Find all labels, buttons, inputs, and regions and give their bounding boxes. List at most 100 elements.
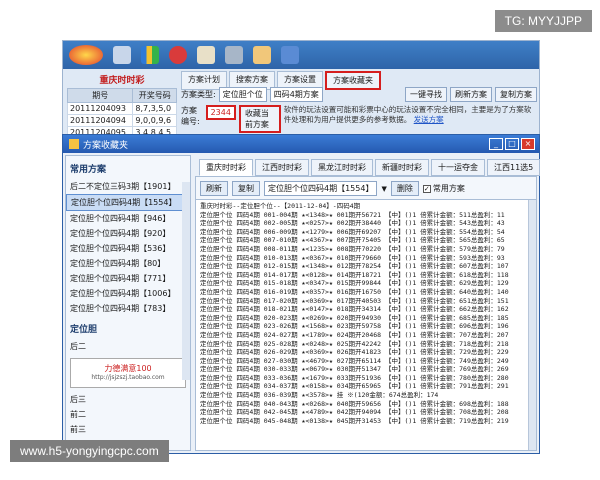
list-item: 定位胆个位 四码4期 017-020期 ★<0369>★ 017期开40503 …: [200, 296, 509, 305]
type-label: 方案类型:: [181, 90, 216, 99]
tab-shiyi[interactable]: 十一运夺金: [431, 159, 485, 176]
tab-jiangxi[interactable]: 江西时时彩: [255, 159, 309, 176]
list-item: 定位胆个位 四码4期 027-030期 ★<4679>★ 027期开65114 …: [200, 356, 509, 365]
main-toolbar: [63, 41, 539, 69]
checkbox-label: 常用方案: [432, 184, 465, 193]
close-icon[interactable]: ×: [521, 138, 535, 150]
dialog-title: 方案收藏夹: [83, 140, 129, 151]
favorites-main: 重庆时时彩 江西时时彩 黑龙江时时彩 新疆时时彩 十一运夺金 江西11选5 刷新…: [195, 155, 541, 451]
list-item[interactable]: 定位胆个位四码4期【536】: [66, 241, 190, 256]
list-item: 定位胆个位 四码4期 040-043期 ★<0268>★ 040期开59656 …: [200, 399, 509, 408]
list-item[interactable]: 定位胆个位四码4期【80】: [66, 256, 190, 271]
one-key-find-button[interactable]: 一键寻找: [405, 87, 447, 102]
list-item: 定位胆个位 四码4期 023-026期 ★<1568>★ 023期开59758 …: [200, 322, 509, 331]
plan-select[interactable]: 定位胆个位四码4期【1554】: [264, 181, 378, 196]
users-icon[interactable]: [253, 46, 271, 64]
list-item: 定位胆个位 四码4期 010-013期 ★<0367>★ 010期开79660 …: [200, 253, 505, 262]
column-header: 期号: [66, 88, 134, 103]
column-header: 开奖号码: [132, 88, 177, 103]
list-item: 定位胆个位 四码4期 016-019期 ★<0357>★ 016期开16750 …: [200, 287, 509, 296]
list-item: 定位胆个位 四码4期 002-005期 ★<0257>★ 002期开38440 …: [200, 219, 505, 228]
send-plan-link[interactable]: 发送方案: [414, 115, 444, 124]
tab-xinjiang[interactable]: 新疆时时彩: [375, 159, 429, 176]
list-item[interactable]: 后二不定位三码3期【1901】: [66, 179, 190, 194]
list-item[interactable]: 定位胆个位四码4期【771】: [66, 271, 190, 286]
list-item[interactable]: 定位胆个位四码4期【1006】: [66, 286, 190, 301]
people-icon[interactable]: [281, 46, 299, 64]
settings-icon[interactable]: [225, 46, 243, 64]
favorites-sidebar: 常用方案 后二不定位三码3期【1901】 定位胆个位四码4期【1554】 定位胆…: [65, 155, 191, 451]
type-select[interactable]: 定位胆个位: [218, 87, 267, 102]
tab-heilongjiang[interactable]: 黑龙江时时彩: [311, 159, 373, 176]
note-text: 软件的玩法设置可能和彩票中心的玩法设置不完全相同，主要是为了方案软件处理和为用户…: [283, 105, 532, 124]
bar-chart-icon[interactable]: [141, 46, 159, 64]
list-item: 定位胆个位 四码4期 030-033期 ★<0679>★ 030期开51347 …: [200, 365, 509, 374]
table-row[interactable]: 20111204094 9,0,0,9,6: [66, 114, 177, 127]
list-item: 定位胆个位 四码4期 042-045期 ★<4789>★ 042期开94094 …: [200, 408, 509, 417]
common-plan-checkbox[interactable]: ✓ 常用方案: [422, 183, 465, 194]
dialog-toolbar: 刷新 复制 定位胆个位四码4期【1554】 ▼ 删除 ✓ 常用方案: [195, 176, 537, 201]
plan-content: 重庆时时彩--定位胆个位--【2011-12-04】-四码4期 定位胆个位 四码…: [195, 199, 537, 451]
list-item: 定位胆个位 四码4期 007-010期 ★<4367>★ 007期开75405 …: [200, 236, 505, 245]
chevron-down-icon[interactable]: ▼: [381, 185, 386, 193]
ad-url: http://jsjzszj.taobao.com: [91, 374, 165, 381]
maximize-icon[interactable]: □: [505, 138, 519, 150]
content-header: 重庆时时彩--定位胆个位--【2011-12-04】-四码4期: [200, 202, 361, 210]
list-item: 定位胆个位 四码4期 025-028期 ★<0248>★ 025期开42242 …: [200, 339, 509, 348]
dialog-titlebar[interactable]: 方案收藏夹 _ □ ×: [63, 135, 539, 153]
list-item: 定位胆个位 四码4期 008-011期 ★<1235>★ 008期开70220 …: [200, 244, 505, 253]
number-label: 方案编号:: [181, 106, 200, 126]
list-item: 定位胆个位 四码4期 001-004期 ★<1348>★ 001期开56721 …: [200, 210, 505, 219]
list-item[interactable]: 定位胆个位四码4期【783】: [66, 301, 190, 316]
table-row[interactable]: 20111204093 8,7,3,5,0: [66, 102, 177, 115]
common-plans-header[interactable]: 常用方案: [66, 156, 190, 179]
collect-plan-button[interactable]: 收藏当前方案: [238, 105, 281, 133]
app-logo-icon: [69, 45, 103, 65]
list-item: 定位胆个位 四码4期 045-048期 ★<0138>★ 045期开31453 …: [200, 416, 509, 425]
watermark-bottom: www.h5-yongyingcpc.com: [10, 440, 169, 462]
list-item: 定位胆个位 四码4期 034-037期 ★<0158>★ 034期开65965 …: [200, 382, 509, 391]
calculator-icon[interactable]: [113, 46, 131, 64]
list-item[interactable]: 前三: [66, 422, 190, 437]
tab-jiangxi-11x5[interactable]: 江西11选5: [487, 159, 541, 176]
pill-icon[interactable]: [169, 46, 187, 64]
copy-plan-button[interactable]: 复制方案: [495, 87, 537, 102]
list-item: 定位胆个位 四码4期 036-039期 ★<3578>★ 挂 ※(120金额：6…: [200, 391, 439, 400]
watermark-top: TG: MYYJJPP: [494, 10, 592, 32]
refresh-plan-button[interactable]: 刷新方案: [450, 87, 492, 102]
tools-icon[interactable]: [197, 46, 215, 64]
ad-text: 力德满意100: [104, 364, 152, 373]
lottery-title: 重庆时时彩: [99, 76, 145, 86]
refresh-button[interactable]: 刷新: [200, 181, 228, 196]
list-item: 定位胆个位 四码4期 026-029期 ★<0369>★ 026期开41823 …: [200, 348, 509, 357]
issue-cell: 20111204094: [66, 114, 134, 127]
list-item: 定位胆个位 四码4期 015-018期 ★<0347>★ 015期开99844 …: [200, 279, 509, 288]
lottery-tabs: 重庆时时彩 江西时时彩 黑龙江时时彩 新疆时时彩 十一运夺金 江西11选5: [195, 159, 541, 176]
position-section-header[interactable]: 定位胆: [66, 316, 190, 339]
numbers-cell: 9,0,0,9,6: [132, 114, 177, 127]
list-item[interactable]: 定位胆个位四码4期【920】: [66, 226, 190, 241]
sidebar-scrollbar[interactable]: [182, 182, 190, 380]
list-item[interactable]: 前二: [66, 407, 190, 422]
numbers-cell: 8,7,3,5,0: [132, 102, 177, 115]
list-item[interactable]: 定位胆个位四码4期【946】: [66, 211, 190, 226]
number-field[interactable]: 2344: [205, 105, 236, 120]
draw-table: 期号 开奖号码 20111204093 8,7,3,5,0 2011120409…: [66, 88, 177, 139]
scheme-select[interactable]: 四码4期方案: [269, 87, 323, 102]
list-item: 定位胆个位 四码4期 012-015期 ★<1348>★ 012期开78254 …: [200, 262, 509, 271]
app-icon: [69, 139, 79, 149]
list-item: 定位胆个位 四码4期 018-021期 ★<0147>★ 018期开34314 …: [200, 305, 509, 314]
copy-button[interactable]: 复制: [232, 181, 260, 196]
draw-history-panel: 重庆时时彩 期号 开奖号码 20111204093 8,7,3,5,0 2011…: [66, 71, 177, 139]
minimize-icon[interactable]: _: [489, 138, 503, 150]
favorites-dialog: 方案收藏夹 _ □ × 常用方案 后二不定位三码3期【1901】 定位胆个位四码…: [62, 134, 541, 454]
list-item[interactable]: 定位胆个位四码4期【1554】: [66, 194, 190, 211]
delete-button[interactable]: 删除: [390, 181, 419, 196]
info-note: 软件的玩法设置可能和彩票中心的玩法设置不完全相同，主要是为了方案软件处理和为用户…: [284, 105, 537, 125]
plan-form: 方案类型: 定位胆个位 四码4期方案 一键寻找 刷新方案 复制方案 方案编号: …: [181, 87, 537, 136]
tab-chongqing[interactable]: 重庆时时彩: [199, 159, 253, 176]
content-scrollbar[interactable]: [528, 200, 536, 450]
list-item[interactable]: 后二: [66, 339, 190, 354]
list-item[interactable]: 后三: [66, 392, 190, 407]
ad-banner[interactable]: 力德满意100 http://jsjzszj.taobao.com: [70, 358, 186, 388]
